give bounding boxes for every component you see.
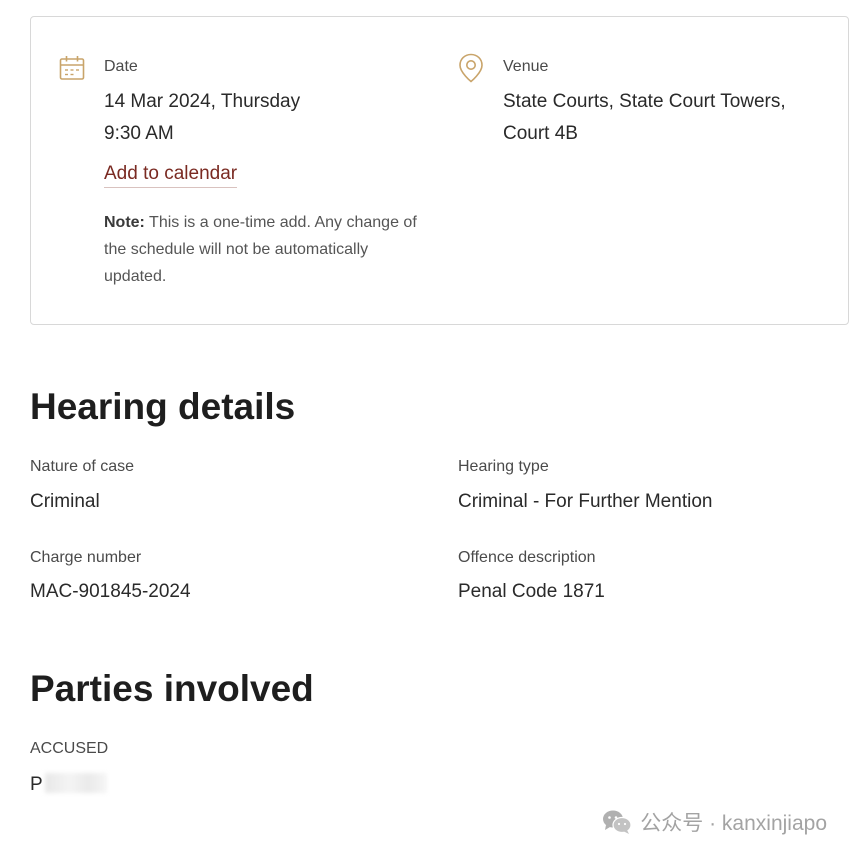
time-value: 9:30 AM (104, 123, 174, 144)
nature-of-case-value: Criminal (30, 491, 100, 512)
parties-involved-title: Parties involved (30, 668, 314, 709)
redacted-name-blur (44, 773, 107, 793)
venue-label: Venue (503, 58, 549, 75)
add-to-calendar-link[interactable]: Add to calendar (104, 163, 238, 188)
accused-initial: P (30, 774, 43, 795)
venue-line-1: State Courts, State Court Towers, (503, 91, 786, 112)
watermark-text: 公众号 · kanxinjiapo (640, 812, 827, 835)
calendar-note: Note: This is a one-time add. Any change… (104, 209, 424, 290)
note-prefix: Note: (104, 214, 145, 231)
note-text: This is a one-time add. Any change of th… (104, 214, 417, 285)
wechat-icon (603, 810, 632, 834)
venue-line-2: Court 4B (503, 123, 578, 144)
offence-description-label: Offence description (458, 549, 596, 566)
date-value: 14 Mar 2024, Thursday (104, 91, 301, 112)
location-pin-icon (459, 53, 483, 83)
hearing-type-label: Hearing type (458, 458, 549, 475)
calendar-icon (59, 56, 85, 80)
nature-of-case-label: Nature of case (30, 458, 135, 475)
accused-name: P (30, 773, 107, 796)
charge-number-value: MAC-901845-2024 (30, 581, 191, 602)
charge-number-label: Charge number (30, 549, 142, 566)
offence-description-value: Penal Code 1871 (458, 581, 605, 602)
watermark: 公众号 · kanxinjiapo (602, 807, 827, 837)
accused-label: ACCUSED (30, 740, 109, 757)
hearing-type-value: Criminal - For Further Mention (458, 491, 713, 512)
hearing-details-title: Hearing details (30, 386, 296, 427)
schedule-card: Date 14 Mar 2024, Thursday 9:30 AM Add t… (30, 16, 849, 325)
date-label: Date (104, 58, 138, 75)
